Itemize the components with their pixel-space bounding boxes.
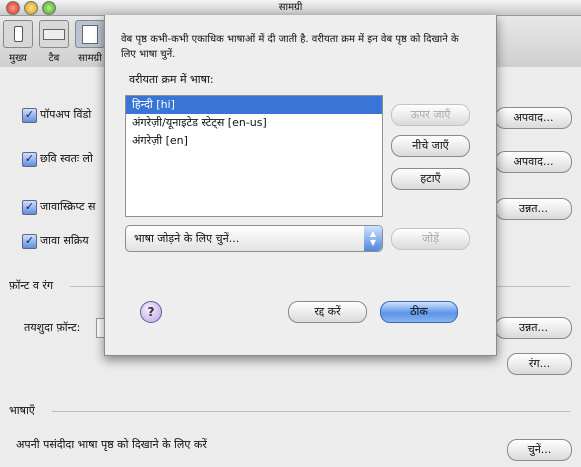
languages-section-heading: भाषाएँ	[9, 404, 35, 417]
toolbar-item-content[interactable]: सामग्री	[72, 18, 108, 64]
javascript-label: जावास्क्रिप्ट स	[40, 200, 96, 213]
popup-block-checkbox[interactable]: ✓	[22, 108, 37, 123]
close-window-button[interactable]	[6, 1, 20, 15]
add-language-popup-value: भाषा जोड़ने के लिए चुनें...	[134, 232, 240, 245]
languages-description: अपनी पसंदीदा भाषा पृष्ठ को दिखाने के लिए…	[16, 438, 207, 451]
images-exceptions-button[interactable]: अपवाद...	[495, 151, 572, 173]
colors-button[interactable]: रंग...	[507, 353, 572, 375]
content-icon	[75, 20, 105, 48]
java-label: जावा सक्रिय	[40, 234, 89, 247]
move-up-button[interactable]: ऊपर जाएँ	[391, 104, 470, 126]
choose-languages-button[interactable]: चुनें...	[507, 439, 572, 461]
popup-exceptions-button[interactable]: अपवाद...	[495, 107, 572, 129]
toolbar-item-label: सामग्री	[78, 53, 102, 64]
java-checkbox[interactable]: ✓	[22, 234, 37, 249]
toolbar-item-label: मुख्य	[9, 53, 27, 64]
default-font-label: तयशुदा फ़ॉन्ट:	[24, 321, 81, 334]
remove-button[interactable]: हटाएँ	[391, 168, 470, 190]
popup-block-label: पॉपअप विंडो	[40, 108, 92, 121]
tabs-icon	[39, 20, 69, 48]
ok-button[interactable]: ठीक	[380, 301, 458, 323]
javascript-checkbox[interactable]: ✓	[22, 200, 37, 215]
window-titlebar: सामग्री	[0, 0, 581, 16]
move-down-button[interactable]: नीचे जाएँ	[391, 135, 470, 157]
fonts-section-heading: फ़ॉन्ट व रंग	[9, 279, 54, 292]
add-language-popup[interactable]: भाषा जोड़ने के लिए चुनें... ▲ ▼	[125, 225, 383, 252]
language-list-item[interactable]: अंगरेज़ी/यूनाइटेड स्टेट्स [en-us]	[126, 114, 382, 132]
language-list-heading: वरीयता क्रम में भाषा:	[129, 73, 214, 86]
languages-divider	[52, 411, 570, 412]
cancel-button[interactable]: रद्द करें	[288, 301, 367, 323]
sheet-description: वेब पृष्ठ कभी-कभी एकाधिक भाषाओं में दी ज…	[121, 34, 459, 60]
minimize-window-button[interactable]	[24, 1, 38, 15]
fonts-advanced-button[interactable]: उन्नत...	[495, 317, 572, 339]
load-images-label: छवि स्वतः लो	[40, 152, 93, 165]
popup-arrows-icon: ▲ ▼	[364, 226, 382, 251]
load-images-checkbox[interactable]: ✓	[22, 152, 37, 167]
light-switch-icon	[3, 20, 33, 48]
add-language-button[interactable]: जोड़ें	[391, 228, 470, 250]
window-title: सामग्री	[278, 2, 303, 13]
javascript-advanced-button[interactable]: उन्नत...	[495, 198, 572, 220]
language-list-item[interactable]: अंगरेज़ी [en]	[126, 132, 382, 150]
toolbar-item-general[interactable]: मुख्य	[0, 18, 36, 64]
language-list[interactable]: हिन्दी [hi] अंगरेज़ी/यूनाइटेड स्टेट्स [e…	[125, 95, 383, 217]
zoom-window-button[interactable]	[42, 1, 56, 15]
toolbar-item-label: टैब	[48, 53, 60, 64]
help-icon[interactable]: ?	[140, 301, 162, 323]
language-list-item[interactable]: हिन्दी [hi]	[126, 96, 382, 114]
language-preferences-sheet: वेब पृष्ठ कभी-कभी एकाधिक भाषाओं में दी ज…	[104, 15, 497, 356]
toolbar-item-tabs[interactable]: टैब	[36, 18, 72, 64]
